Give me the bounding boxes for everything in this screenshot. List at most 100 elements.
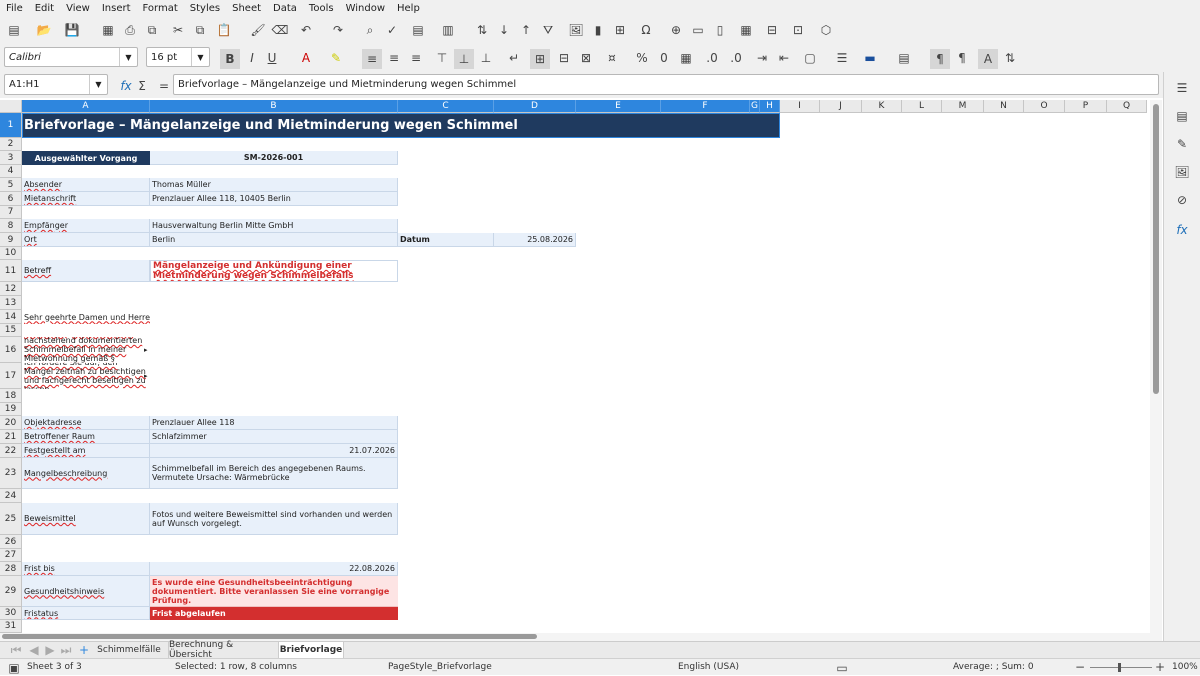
- insert-chart-icon[interactable]: ▮: [590, 22, 606, 38]
- row-header-17[interactable]: 17: [0, 363, 22, 389]
- add-decimal-icon[interactable]: .0: [704, 50, 720, 66]
- raum-value[interactable]: Schlafzimmer: [150, 430, 398, 444]
- objektadresse-value[interactable]: Prenzlauer Allee 118: [150, 416, 398, 430]
- currency-format-icon[interactable]: ¤: [604, 50, 620, 66]
- row-header-6[interactable]: 6: [0, 192, 22, 206]
- vertical-scrollbar[interactable]: [1150, 100, 1162, 634]
- column-header-a[interactable]: A: [22, 100, 150, 113]
- text-cell-16[interactable]: hiermit zeige ich Ihnen den nachstehend …: [22, 337, 150, 363]
- empfaenger-label[interactable]: Empfänger: [22, 219, 150, 233]
- row-icon[interactable]: ▤: [410, 22, 426, 38]
- zoom-in-icon[interactable]: +: [1152, 659, 1168, 675]
- increase-indent-icon[interactable]: ⇥: [754, 50, 770, 66]
- comment-icon[interactable]: ▭: [690, 22, 706, 38]
- function-wizard-icon[interactable]: fx: [118, 78, 134, 94]
- highlight-color-icon[interactable]: ✎: [328, 50, 344, 66]
- festgestellt-value[interactable]: 21.07.2026: [150, 444, 398, 458]
- chevron-down-icon[interactable]: ▼: [191, 48, 209, 66]
- formula-input[interactable]: Briefvorlage – Mängelanzeige und Mietmin…: [173, 74, 1159, 95]
- column-header-g[interactable]: G: [750, 100, 760, 113]
- open-folder-icon[interactable]: 📂: [36, 22, 52, 38]
- mietanschrift-value[interactable]: Prenzlauer Allee 118, 10405 Berlin: [150, 192, 398, 206]
- column-header-q[interactable]: Q: [1107, 100, 1147, 113]
- add-sheet-icon[interactable]: +: [76, 642, 92, 658]
- right-to-left-icon[interactable]: ¶: [954, 50, 970, 66]
- row-header-14[interactable]: 14: [0, 310, 22, 324]
- menu-item-insert[interactable]: Insert: [102, 3, 131, 14]
- column-header-e[interactable]: E: [576, 100, 661, 113]
- header-footer-icon[interactable]: ▯: [712, 22, 728, 38]
- tab-berechnung-uebersicht[interactable]: Berechnung & Übersicht: [168, 640, 276, 660]
- sort-descending-icon[interactable]: ↑: [518, 22, 534, 38]
- betreff-label[interactable]: Betreff: [22, 260, 150, 282]
- new-document-icon[interactable]: ▤: [6, 22, 22, 38]
- italic-icon[interactable]: I: [244, 50, 260, 66]
- row-header-21[interactable]: 21: [0, 430, 22, 444]
- align-center-icon[interactable]: ≡: [386, 50, 402, 66]
- last-sheet-icon[interactable]: ⏭: [58, 642, 74, 658]
- row-header-28[interactable]: 28: [0, 562, 22, 576]
- horizontal-scroll-thumb[interactable]: [2, 634, 537, 639]
- left-to-right-icon[interactable]: ¶: [930, 49, 950, 69]
- paste-icon[interactable]: 📋: [216, 22, 232, 38]
- row-header-24[interactable]: 24: [0, 489, 22, 503]
- print-preview-icon[interactable]: ⧉: [144, 22, 160, 38]
- spelling-icon[interactable]: ✓: [384, 22, 400, 38]
- absender-value[interactable]: Thomas Müller: [150, 178, 398, 192]
- column-header-l[interactable]: L: [902, 100, 942, 113]
- gallery-icon[interactable]: 🖼: [1174, 164, 1190, 180]
- insert-image-icon[interactable]: 🖼: [568, 22, 584, 38]
- menu-item-file[interactable]: File: [6, 3, 23, 14]
- beweis-label[interactable]: Beweismittel: [22, 503, 150, 535]
- menu-item-tools[interactable]: Tools: [309, 3, 334, 14]
- vorgang-label[interactable]: Ausgewählter Vorgang: [22, 151, 150, 165]
- vertical-text-icon[interactable]: ⇅: [1002, 50, 1018, 66]
- gesundheit-value[interactable]: Es wurde eine Gesundheitsbeeinträchtigun…: [150, 576, 398, 607]
- row-header-11[interactable]: 11: [0, 260, 22, 282]
- conditional-format-icon[interactable]: ▤: [896, 50, 912, 66]
- navigator-icon[interactable]: ⊘: [1174, 192, 1190, 208]
- row-header-16[interactable]: 16: [0, 337, 22, 363]
- gesundheit-label[interactable]: Gesundheitshinweis: [22, 576, 150, 607]
- menu-item-view[interactable]: View: [66, 3, 90, 14]
- column-header-b[interactable]: B: [150, 100, 398, 113]
- ort-label[interactable]: Ort: [22, 233, 150, 247]
- column-header-c[interactable]: C: [398, 100, 494, 113]
- text-direction-icon[interactable]: A: [978, 49, 998, 69]
- menu-item-styles[interactable]: Styles: [190, 3, 220, 14]
- font-color-icon[interactable]: A: [298, 50, 314, 66]
- sort-ascending-icon[interactable]: ↓: [496, 22, 512, 38]
- delete-decimal-icon[interactable]: .0: [728, 50, 744, 66]
- row-header-5[interactable]: 5: [0, 178, 22, 192]
- column-header-d[interactable]: D: [494, 100, 576, 113]
- find-replace-icon[interactable]: ⌕: [362, 22, 378, 38]
- ort-value[interactable]: Berlin: [150, 233, 398, 247]
- zoom-slider[interactable]: [1090, 667, 1152, 668]
- row-header-2[interactable]: 2: [0, 138, 22, 151]
- row-header-31[interactable]: 31: [0, 620, 22, 633]
- border-style-icon[interactable]: ☰: [834, 50, 850, 66]
- column-header-p[interactable]: P: [1065, 100, 1107, 113]
- sum-icon[interactable]: Σ: [134, 78, 150, 94]
- hyperlink-icon[interactable]: ⊕: [668, 22, 684, 38]
- menu-item-format[interactable]: Format: [143, 3, 178, 14]
- tab-briefvorlage[interactable]: Briefvorlage: [278, 642, 344, 658]
- decrease-indent-icon[interactable]: ⇤: [776, 50, 792, 66]
- language-indicator[interactable]: English (USA): [678, 662, 739, 672]
- objektadresse-label[interactable]: Objektadresse: [22, 416, 150, 430]
- column-header-f[interactable]: F: [661, 100, 750, 113]
- row-header-19[interactable]: 19: [0, 403, 22, 416]
- row-header-25[interactable]: 25: [0, 503, 22, 535]
- row-header-18[interactable]: 18: [0, 389, 22, 403]
- row-header-12[interactable]: 12: [0, 282, 22, 296]
- pivot-table-icon[interactable]: ⊞: [612, 22, 628, 38]
- anrede-cell[interactable]: Sehr geehrte Damen und Herren,: [22, 310, 150, 324]
- clear-formatting-icon[interactable]: ⌫: [272, 22, 289, 38]
- align-right-icon[interactable]: ≡: [408, 50, 424, 66]
- borders-icon[interactable]: ▢: [802, 50, 818, 66]
- frist-label[interactable]: Frist bis: [22, 562, 150, 576]
- page-style[interactable]: PageStyle_Briefvorlage: [388, 662, 492, 672]
- next-sheet-icon[interactable]: ▶: [42, 642, 58, 658]
- menu-item-edit[interactable]: Edit: [35, 3, 54, 14]
- align-bottom-icon[interactable]: ⊥: [478, 50, 494, 66]
